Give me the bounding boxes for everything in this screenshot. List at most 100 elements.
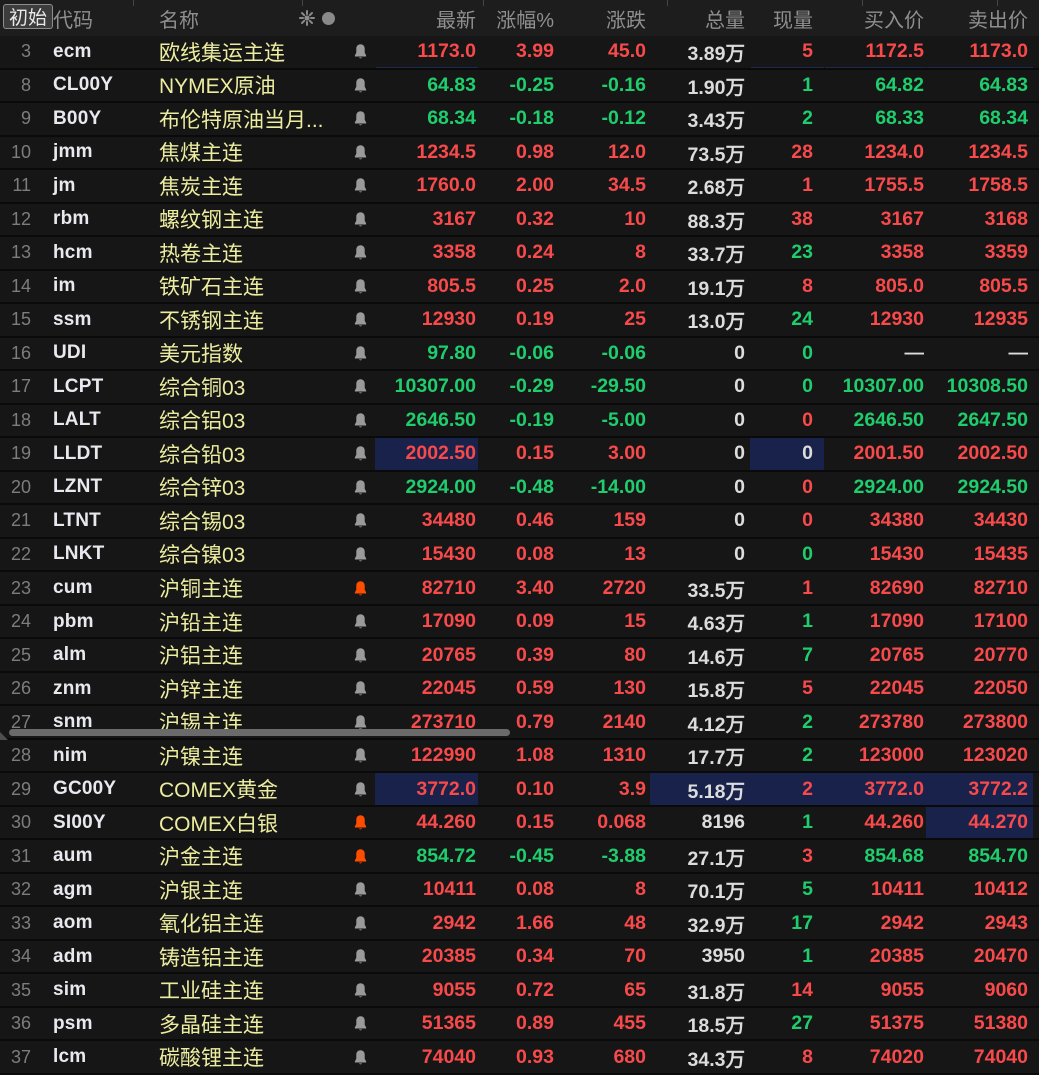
table-header: 初始 代码 名称 最新 涨幅% 涨跌 总量 现量 买入价 卖出价 xyxy=(0,0,1039,38)
contract-name: 多晶硅主连 xyxy=(149,1008,345,1040)
latest-price: 1173.0 xyxy=(375,36,478,68)
table-row[interactable]: 32agm沪银主连104110.08870.1万51041110412 xyxy=(0,874,1039,908)
alert-bell-icon[interactable] xyxy=(345,941,375,973)
table-row[interactable]: 21LTNT综合锡03344800.46159003438034430 xyxy=(0,505,1039,539)
alert-bell-icon[interactable] xyxy=(345,606,375,638)
table-row[interactable]: 18LALT综合铝032646.50-0.19-5.00002646.50264… xyxy=(0,405,1039,439)
table-row[interactable]: 20LZNT综合锌032924.00-0.48-14.00002924.0029… xyxy=(0,472,1039,506)
header-ask-price[interactable]: 卖出价 xyxy=(926,4,1033,33)
header-bid-price[interactable]: 买入价 xyxy=(824,4,926,33)
table-row[interactable]: 17LCPT综合铜0310307.00-0.29-29.500010307.00… xyxy=(0,371,1039,405)
current-volume: 0 xyxy=(750,405,824,437)
alert-bell-icon[interactable] xyxy=(345,371,375,403)
table-row[interactable]: 10jmm焦煤主连1234.50.9812.073.5万281234.01234… xyxy=(0,137,1039,171)
table-row[interactable]: 16UDI美元指数97.80-0.06-0.0600—— xyxy=(0,338,1039,372)
current-volume: 0 xyxy=(750,472,824,504)
alert-bell-icon[interactable] xyxy=(345,505,375,537)
alert-bell-icon[interactable] xyxy=(345,170,375,202)
contract-code: agm xyxy=(44,874,149,906)
contract-code: LNKT xyxy=(44,539,149,571)
contract-code: nim xyxy=(44,740,149,772)
table-row[interactable]: 12rbm螺纹钢主连31670.321088.3万3831673168 xyxy=(0,204,1039,238)
alert-bell-icon[interactable] xyxy=(345,137,375,169)
table-row[interactable]: 19LLDT综合铅032002.500.153.00002001.502002.… xyxy=(0,438,1039,472)
table-row[interactable]: 11jm焦炭主连1760.02.0034.52.68万11755.51758.5 xyxy=(0,170,1039,204)
header-code[interactable]: 代码 xyxy=(44,4,149,33)
change-percent: 0.34 xyxy=(478,941,556,973)
current-volume: 8 xyxy=(750,271,824,303)
header-change[interactable]: 涨跌 xyxy=(556,4,650,33)
header-latest[interactable]: 最新 xyxy=(375,4,478,33)
sun-icon[interactable] xyxy=(299,10,315,26)
alert-bell-icon[interactable] xyxy=(345,740,375,772)
alert-bell-icon[interactable] xyxy=(345,907,375,939)
alert-bell-icon[interactable] xyxy=(345,70,375,102)
total-volume: 32.9万 xyxy=(650,907,750,939)
alert-bell-icon[interactable] xyxy=(345,572,375,604)
change-value: 8 xyxy=(556,874,650,906)
horizontal-scrollbar[interactable] xyxy=(0,726,1039,739)
table-row[interactable]: 35sim工业硅主连90550.726531.8万1490559060 xyxy=(0,974,1039,1008)
table-row[interactable]: 9B00Y布伦特原油当月...68.34-0.18-0.123.43万268.3… xyxy=(0,103,1039,137)
table-row[interactable]: 33aom氧化铝主连29421.664832.9万1729422943 xyxy=(0,907,1039,941)
header-change-percent[interactable]: 涨幅% xyxy=(478,4,556,33)
row-number: 29 xyxy=(0,773,44,805)
row-number: 8 xyxy=(0,70,44,102)
alert-bell-icon[interactable] xyxy=(345,1008,375,1040)
alert-bell-icon[interactable] xyxy=(345,974,375,1006)
alert-bell-icon[interactable] xyxy=(345,237,375,269)
alert-bell-icon[interactable] xyxy=(345,773,375,805)
alert-bell-icon[interactable] xyxy=(345,1041,375,1073)
table-row[interactable]: 30SI00YCOMEX白银44.2600.150.0688196144.260… xyxy=(0,807,1039,841)
table-row[interactable]: 8CL00YNYMEX原油64.83-0.25-0.161.90万164.826… xyxy=(0,70,1039,104)
alert-bell-icon[interactable] xyxy=(345,840,375,872)
table-row[interactable]: 24pbm沪铅主连170900.09154.63万11709017100 xyxy=(0,606,1039,640)
alert-bell-icon[interactable] xyxy=(345,472,375,504)
table-row[interactable]: 3ecm欧线集运主连1173.03.9945.03.89万51172.51173… xyxy=(0,36,1039,70)
table-row[interactable]: 29GC00YCOMEX黄金3772.00.103.95.18万23772.03… xyxy=(0,773,1039,807)
alert-bell-icon[interactable] xyxy=(345,405,375,437)
bid-price: 2646.50 xyxy=(824,405,926,437)
ask-price: 2924.50 xyxy=(926,472,1033,504)
alert-bell-icon[interactable] xyxy=(345,673,375,705)
change-value: 10 xyxy=(556,204,650,236)
table-row[interactable]: 34adm铸造铝主连203850.3470395012038520470 xyxy=(0,941,1039,975)
contract-name: 不锈钢主连 xyxy=(149,304,345,336)
table-row[interactable]: 28nim沪镍主连1229901.08131017.7万212300012302… xyxy=(0,740,1039,774)
alert-bell-icon[interactable] xyxy=(345,639,375,671)
table-row[interactable]: 22LNKT综合镍03154300.0813001543015435 xyxy=(0,539,1039,573)
header-total-volume[interactable]: 总量 xyxy=(650,4,750,33)
sort-state-button[interactable]: 初始 xyxy=(3,4,53,29)
dot-icon[interactable] xyxy=(322,12,335,25)
scrollbar-thumb[interactable] xyxy=(9,729,510,736)
current-volume: 24 xyxy=(750,304,824,336)
contract-name: 沪银主连 xyxy=(149,874,345,906)
alert-bell-icon[interactable] xyxy=(345,36,375,68)
table-row[interactable]: 36psm多晶硅主连513650.8945518.5万275137551380 xyxy=(0,1008,1039,1042)
header-current-volume[interactable]: 现量 xyxy=(750,4,824,33)
alert-bell-icon[interactable] xyxy=(345,103,375,135)
alert-bell-icon[interactable] xyxy=(345,438,375,470)
alert-bell-icon[interactable] xyxy=(345,271,375,303)
table-row[interactable]: 23cum沪铜主连827103.40272033.5万18269082710 xyxy=(0,572,1039,606)
contract-code: jm xyxy=(44,170,149,202)
alert-bell-icon[interactable] xyxy=(345,807,375,839)
alert-bell-icon[interactable] xyxy=(345,874,375,906)
alert-bell-icon[interactable] xyxy=(345,338,375,370)
table-row[interactable]: 26znm沪锌主连220450.5913015.8万52204522050 xyxy=(0,673,1039,707)
table-row[interactable]: 37lcm碳酸锂主连740400.9368034.3万87402074040 xyxy=(0,1041,1039,1075)
ask-price: 2002.50 xyxy=(926,438,1033,470)
alert-bell-icon[interactable] xyxy=(345,539,375,571)
table-row[interactable]: 31aum沪金主连854.72-0.45-3.8827.1万3854.68854… xyxy=(0,840,1039,874)
ask-price: 3359 xyxy=(926,237,1033,269)
bid-price: 1755.5 xyxy=(824,170,926,202)
contract-code: LTNT xyxy=(44,505,149,537)
ask-price: 3772.2 xyxy=(926,773,1033,805)
alert-bell-icon[interactable] xyxy=(345,204,375,236)
alert-bell-icon[interactable] xyxy=(345,304,375,336)
table-row[interactable]: 15ssm不锈钢主连129300.192513.0万241293012935 xyxy=(0,304,1039,338)
table-row[interactable]: 25alm沪铝主连207650.398014.6万72076520770 xyxy=(0,639,1039,673)
bid-price: 74020 xyxy=(824,1041,926,1073)
table-row[interactable]: 14im铁矿石主连805.50.252.019.1万8805.0805.5 xyxy=(0,271,1039,305)
table-row[interactable]: 13hcm热卷主连33580.24833.7万2333583359 xyxy=(0,237,1039,271)
